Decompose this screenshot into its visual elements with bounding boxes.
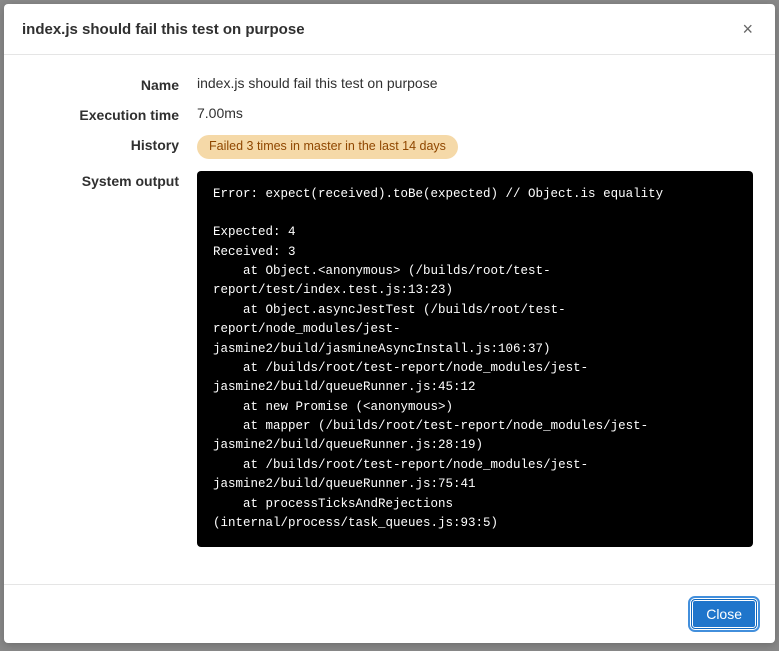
modal-header: index.js should fail this test on purpos… [4, 4, 775, 55]
modal-body: Name index.js should fail this test on p… [4, 55, 775, 584]
system-output-row: System output Error: expect(received).to… [22, 171, 753, 548]
history-label: History [22, 135, 197, 153]
system-output-label: System output [22, 171, 197, 189]
status-badge: Failed 3 times in master in the last 14 … [197, 135, 458, 159]
close-button[interactable]: Close [691, 599, 757, 629]
modal-footer: Close [4, 584, 775, 643]
execution-time-label: Execution time [22, 105, 197, 123]
execution-time-value: 7.00ms [197, 105, 753, 121]
system-output-value: Error: expect(received).toBe(expected) /… [197, 171, 753, 548]
name-value: index.js should fail this test on purpos… [197, 75, 753, 91]
name-label: Name [22, 75, 197, 93]
system-output-console: Error: expect(received).toBe(expected) /… [197, 171, 753, 548]
close-icon[interactable]: × [738, 18, 757, 40]
execution-time-row: Execution time 7.00ms [22, 105, 753, 123]
history-value: Failed 3 times in master in the last 14 … [197, 135, 753, 159]
modal-title: index.js should fail this test on purpos… [22, 21, 305, 38]
test-detail-modal: index.js should fail this test on purpos… [4, 4, 775, 643]
name-row: Name index.js should fail this test on p… [22, 75, 753, 93]
history-row: History Failed 3 times in master in the … [22, 135, 753, 159]
